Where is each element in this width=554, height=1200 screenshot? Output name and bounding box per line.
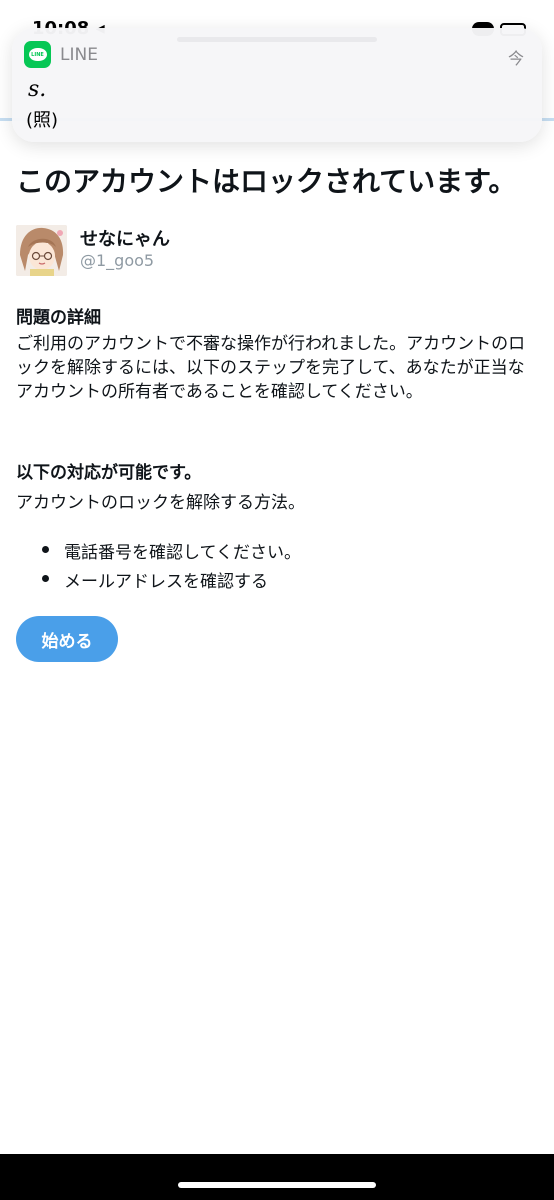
home-indicator[interactable] (178, 1182, 376, 1188)
user-handle: @1_goo5 (80, 251, 155, 270)
problem-details-heading: 問題の詳細 (16, 308, 101, 328)
notification-time: 今 (507, 49, 524, 68)
notification-handle (177, 37, 377, 42)
notification-message: (照) (26, 110, 59, 131)
bottom-bar (0, 1154, 554, 1200)
line-notification-banner[interactable]: LINE LINE 今 s. (照) (12, 28, 542, 142)
display-name: せなにゃん (80, 229, 170, 250)
line-app-icon: LINE (24, 41, 51, 68)
options-description: アカウントのロックを解除する方法。 (16, 493, 305, 513)
problem-details-text: ご利用のアカウントで不審な操作が行われました。アカウントのロックを解除するには、… (16, 334, 526, 402)
bullet-icon (42, 575, 49, 582)
method-email-label: メールアドレスを確認する (64, 572, 268, 592)
bullet-icon (42, 546, 49, 553)
avatar-illustration (16, 225, 67, 276)
notification-app-name: LINE (60, 45, 98, 65)
line-bubble-icon: LINE (28, 48, 47, 61)
list-item: 電話番号を確認してください。 (40, 538, 301, 567)
page-title: このアカウントはロックされています。 (16, 165, 517, 198)
avatar (16, 225, 67, 276)
account-profile: せなにゃん @1_goo5 (16, 225, 536, 277)
options-heading: 以下の対応が可能です。 (16, 463, 202, 483)
list-item: メールアドレスを確認する (40, 567, 301, 596)
unlock-methods-list: 電話番号を確認してください。 メールアドレスを確認する (40, 538, 301, 596)
start-button[interactable]: 始める (16, 616, 118, 662)
line-icon-text: LINE (31, 51, 44, 58)
method-phone-label: 電話番号を確認してください。 (64, 543, 301, 563)
notification-sender: s. (28, 77, 47, 102)
